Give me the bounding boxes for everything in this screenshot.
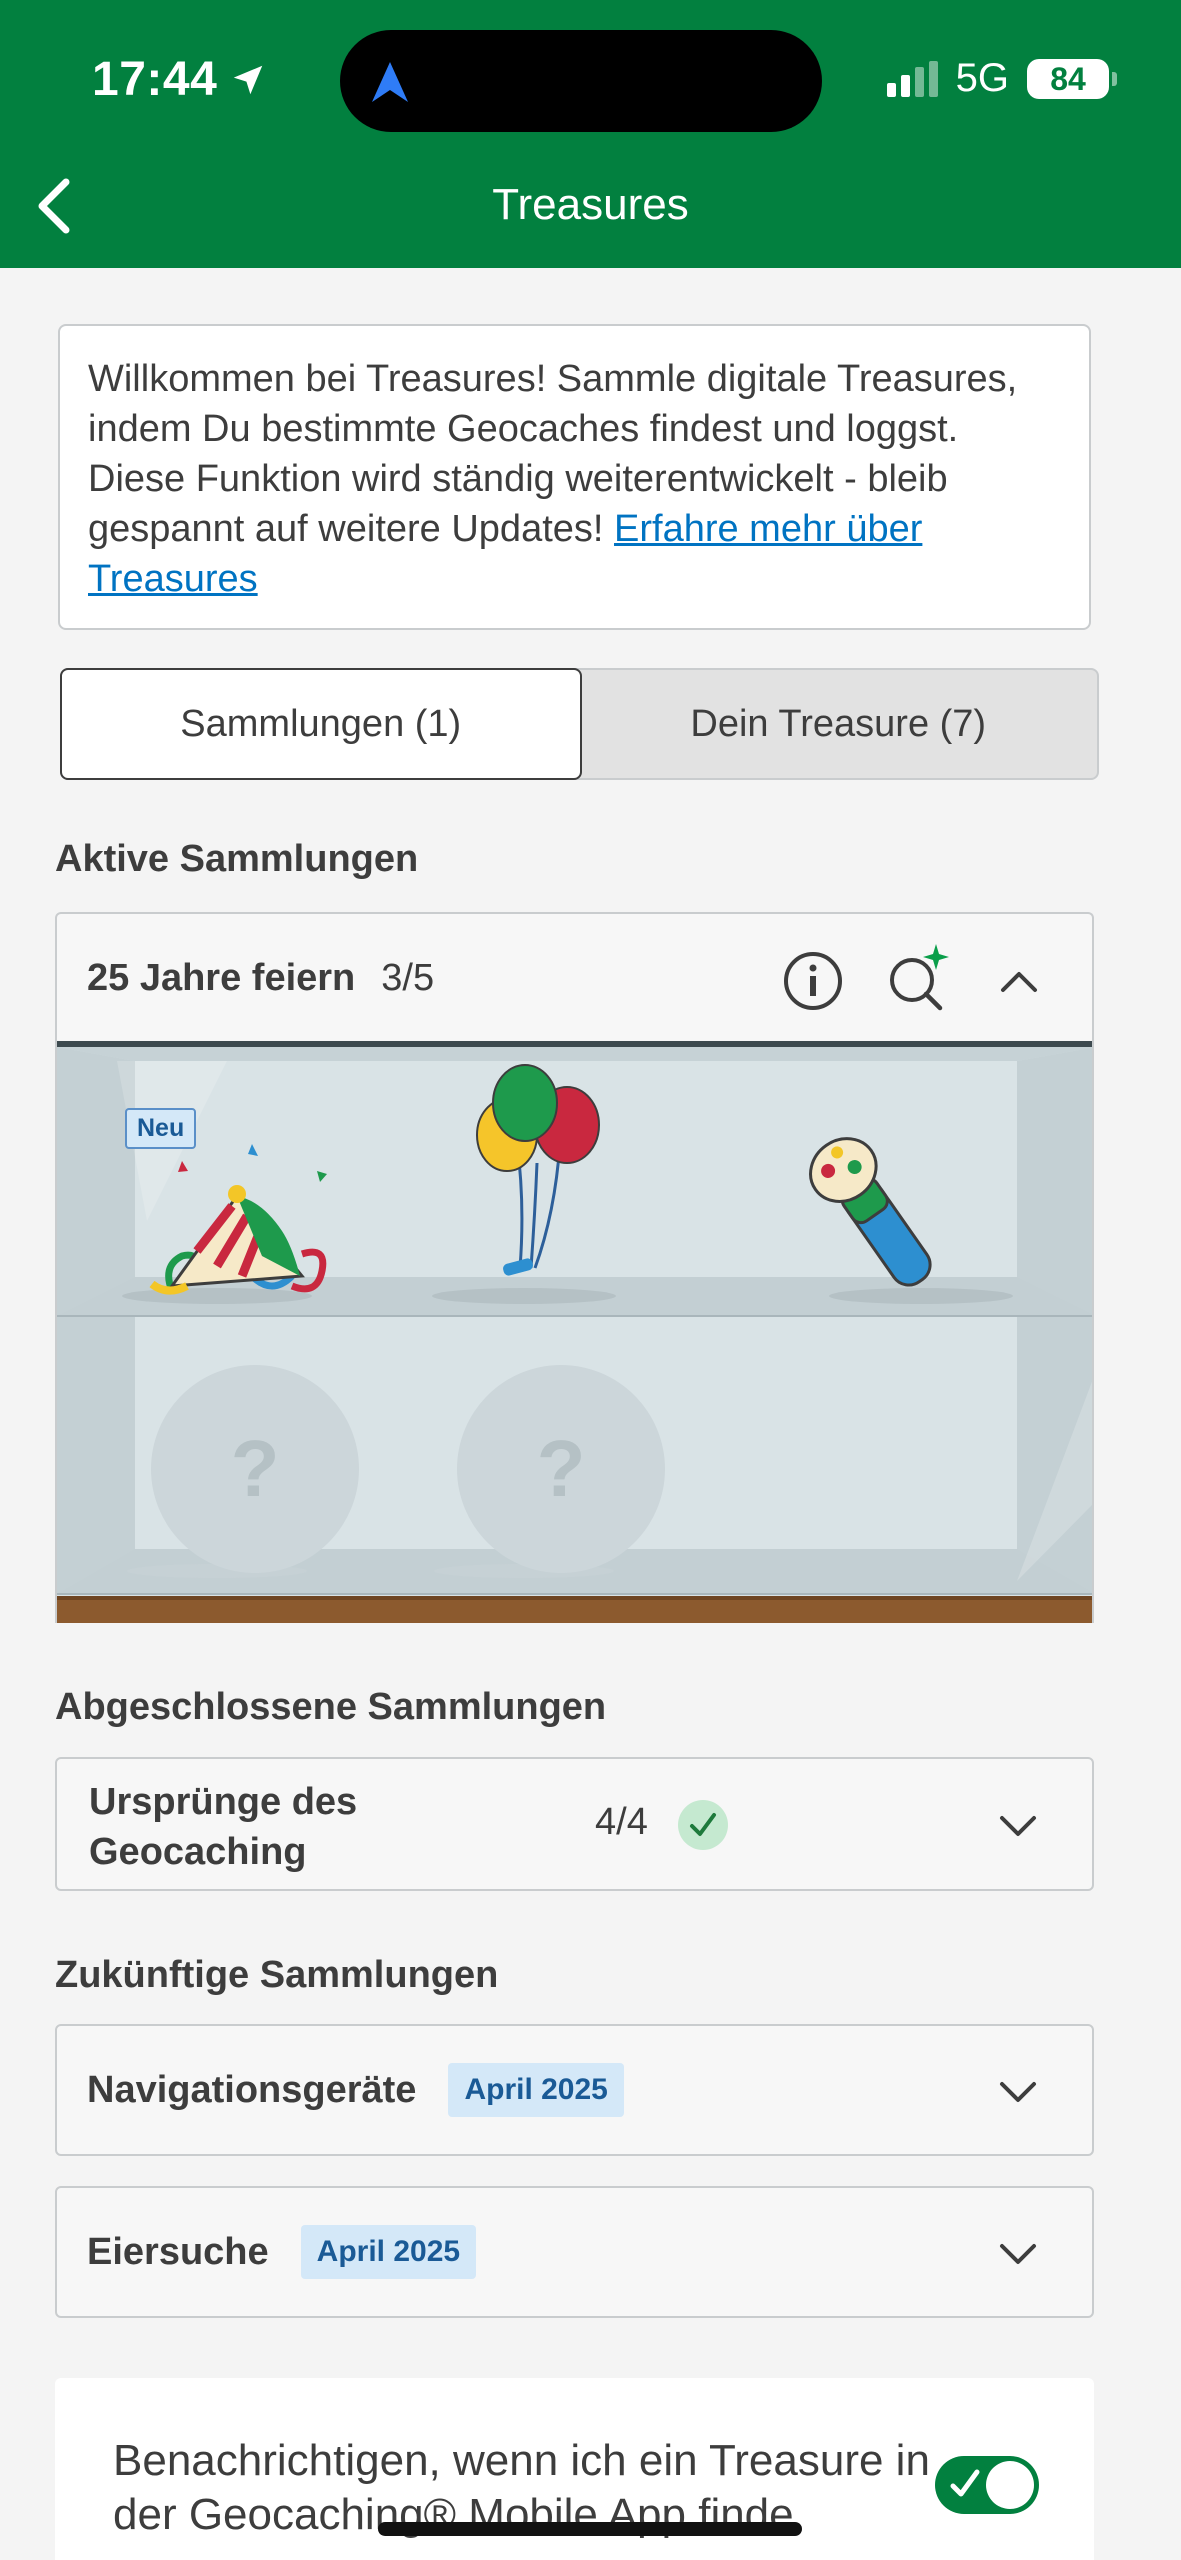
completed-section-title: Abgeschlossene Sammlungen [55, 1686, 607, 1728]
active-collection-header[interactable]: 25 Jahre feiern 3/5 [55, 912, 1094, 1043]
locked-treasure-slot-2: ? [457, 1365, 665, 1573]
locked-question-mark: ? [230, 1424, 280, 1513]
chevron-down-icon[interactable] [996, 2232, 1040, 2276]
completed-collection-progress: 4/4 [595, 1801, 648, 1843]
search-sparkle-icon[interactable] [884, 942, 954, 1014]
treasure-shelf: Neu ? ? [55, 1041, 1094, 1623]
date-badge: April 2025 [448, 2063, 624, 2117]
intro-box: Willkommen bei Treasures! Sammle digital… [58, 324, 1091, 630]
clock: 17:44 [92, 53, 218, 106]
party-horn-treasure-icon [809, 1137, 932, 1287]
status-indicators: 5G 84 [886, 56, 1117, 101]
collection-progress: 3/5 [381, 956, 435, 999]
battery-icon: 84 [1027, 58, 1117, 99]
chevron-down-icon[interactable] [996, 1804, 1040, 1848]
future-collection-name: Navigationsgeräte [87, 2068, 417, 2111]
balloons-treasure-icon [476, 1064, 600, 1276]
location-arrow-icon [234, 65, 263, 94]
chevron-down-icon[interactable] [996, 2070, 1040, 2114]
date-badge: April 2025 [300, 2225, 477, 2279]
future-section-title: Zukünftige Sammlungen [55, 1954, 499, 1996]
navigation-icon [372, 62, 408, 102]
app-header: 17:44 5G 84 Treasures [0, 0, 1181, 268]
status-time: 17:44 [92, 52, 267, 107]
page-title: Treasures [492, 180, 689, 229]
tab-your-treasure[interactable]: Dein Treasure (7) [580, 670, 1098, 778]
tab-collections[interactable]: Sammlungen (1) [60, 668, 582, 780]
locked-treasure-slot-1: ? [151, 1365, 359, 1573]
info-icon[interactable] [782, 950, 844, 1012]
notification-toggle[interactable] [935, 2456, 1039, 2514]
toggle-check-icon [950, 2469, 980, 2497]
checkmark-circle-icon [678, 1800, 728, 1850]
signal-icon [886, 60, 938, 97]
chevron-up-icon[interactable] [997, 960, 1041, 1004]
locked-question-mark: ? [536, 1424, 586, 1513]
home-indicator[interactable] [378, 2522, 802, 2536]
dynamic-island [340, 30, 822, 132]
network-type: 5G [955, 56, 1009, 100]
future-collection-name: Eiersuche [87, 2230, 269, 2273]
toggle-knob [986, 2461, 1034, 2509]
party-hat-treasure-icon [149, 1144, 327, 1295]
tab-bar: Sammlungen (1) Dein Treasure (7) [60, 668, 1099, 780]
completed-collection-name: Ursprünge des Geocaching [89, 1781, 358, 1873]
future-collection-card[interactable]: Eiersuche April 2025 [55, 2186, 1094, 2318]
future-collection-card[interactable]: Navigationsgeräte April 2025 [55, 2024, 1094, 2156]
collection-name: 25 Jahre feiern [87, 956, 356, 999]
completed-collection-card[interactable]: Ursprünge des Geocaching 4/4 [55, 1757, 1094, 1891]
active-section-title: Aktive Sammlungen [55, 838, 419, 880]
